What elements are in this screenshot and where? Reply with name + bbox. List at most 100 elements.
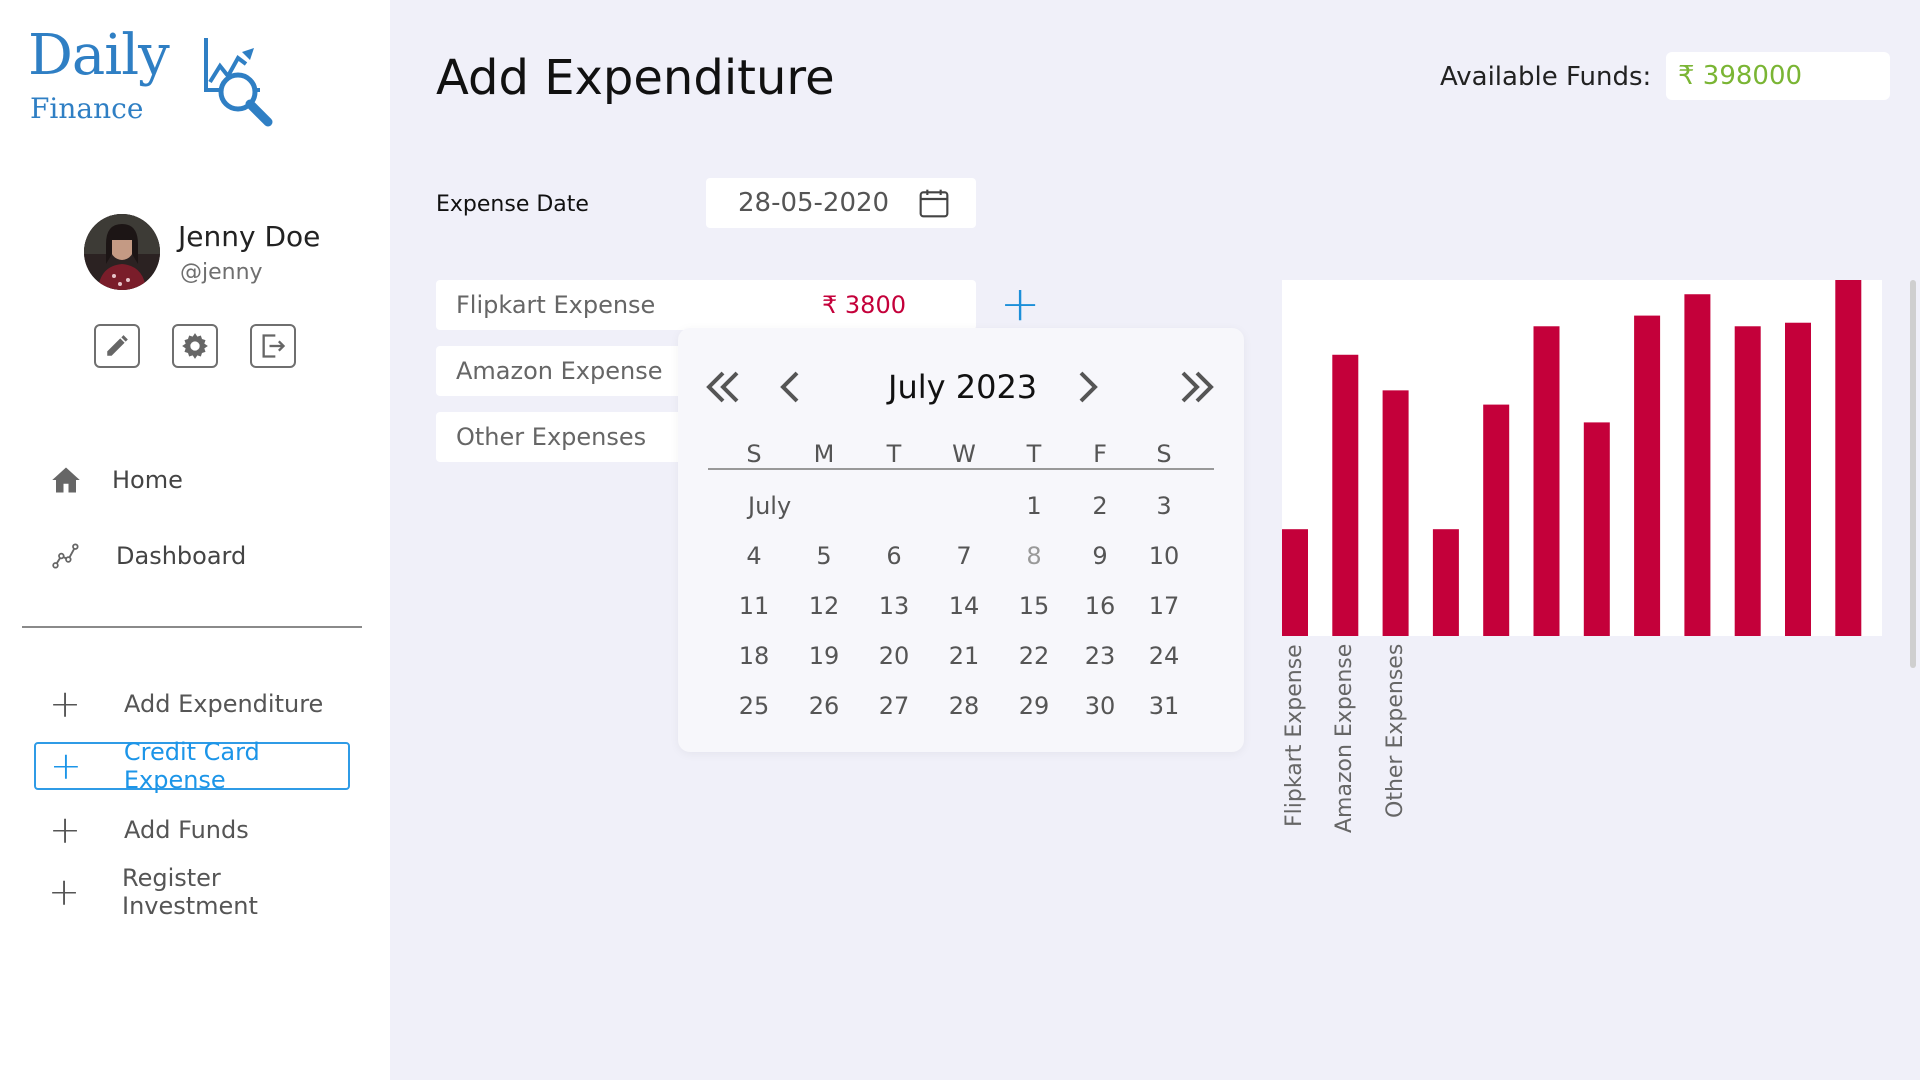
calendar-day[interactable]: 21	[942, 642, 986, 670]
action-add-funds[interactable]: + Add Funds	[34, 806, 350, 854]
calendar-weekday-header: S M T W T F S	[708, 440, 1214, 470]
chart-bar[interactable]	[1382, 390, 1409, 636]
calendar-day[interactable]: 10	[1142, 542, 1186, 570]
calendar-day[interactable]: 26	[802, 692, 846, 720]
expense-label: Amazon Expense	[456, 357, 663, 385]
chart-bar[interactable]	[1583, 422, 1610, 636]
calendar-day[interactable]: 31	[1142, 692, 1186, 720]
calendar-day[interactable]: 27	[872, 692, 916, 720]
action-register-investment[interactable]: + Register Investment	[34, 864, 350, 920]
weekday-label: S	[746, 440, 762, 468]
calendar-day[interactable]: 12	[802, 592, 846, 620]
calendar-day[interactable]: 28	[942, 692, 986, 720]
chart-bar[interactable]	[1785, 322, 1811, 636]
calendar-icon[interactable]	[918, 187, 950, 219]
weekday-label: F	[1093, 440, 1107, 468]
calendar-day[interactable]: 30	[1078, 692, 1122, 720]
action-label: Add Funds	[124, 816, 249, 844]
calendar-day[interactable]: 13	[872, 592, 916, 620]
edit-profile-button[interactable]	[94, 324, 140, 368]
calendar-day[interactable]: 8	[1012, 542, 1056, 570]
app-logo[interactable]: Daily Finance	[28, 23, 288, 127]
calendar-day[interactable]: 3	[1142, 492, 1186, 520]
logo-text-daily: Daily	[28, 23, 170, 88]
calendar-day[interactable]: 6	[872, 542, 916, 570]
chevron-left-icon	[780, 371, 799, 403]
weekday-label: S	[1156, 440, 1172, 468]
next-year-button[interactable]	[1172, 362, 1222, 412]
chart-bar[interactable]	[1634, 315, 1661, 636]
plus-icon: +	[48, 870, 80, 914]
sidebar-divider	[22, 626, 362, 628]
user-handle: @jenny	[180, 260, 263, 285]
chart-bar[interactable]	[1432, 529, 1459, 636]
calendar-month-title[interactable]: July 2023	[888, 368, 1037, 406]
calendar-day[interactable]: 11	[732, 592, 776, 620]
chart-bar[interactable]	[1734, 326, 1761, 636]
calendar-day[interactable]: 5	[802, 542, 846, 570]
calendar-day[interactable]: 18	[732, 642, 776, 670]
chart-bar[interactable]	[1332, 354, 1359, 636]
nav-item-home[interactable]: Home	[48, 460, 183, 500]
avatar-photo-icon	[84, 214, 160, 290]
action-credit-card-expense[interactable]: + Credit Card Expense	[34, 738, 350, 794]
logo-magnifier-chart-icon	[204, 38, 273, 127]
flipkart-expense-field[interactable]: Flipkart Expense ₹ 3800	[436, 280, 976, 330]
logo-text-finance: Finance	[30, 92, 144, 125]
calendar-day[interactable]: 20	[872, 642, 916, 670]
funds-label: Available Funds:	[1440, 62, 1652, 92]
expense-label: Flipkart Expense	[456, 291, 656, 319]
calendar-day[interactable]: 19	[802, 642, 846, 670]
chart-x-tick-label: Amazon Expense	[1332, 643, 1358, 833]
action-add-expenditure[interactable]: + Add Expenditure	[34, 680, 350, 728]
prev-month-button[interactable]	[766, 362, 816, 412]
chart-x-tick-label: Flipkart Expense	[1282, 644, 1307, 827]
settings-button[interactable]	[172, 324, 218, 368]
action-label: Register Investment	[121, 864, 258, 920]
calendar-day[interactable]: 16	[1078, 592, 1122, 620]
chart-bar[interactable]	[1483, 404, 1510, 636]
next-month-button[interactable]	[1062, 362, 1112, 412]
calendar-day[interactable]: 24	[1142, 642, 1186, 670]
weekday-label: T	[886, 440, 902, 468]
chart-bar[interactable]	[1684, 294, 1711, 636]
calendar-day[interactable]: 7	[942, 542, 986, 570]
chart-x-tick-label: Other Expenses	[1382, 643, 1408, 818]
action-label: Add Expenditure	[124, 690, 324, 718]
chart-bar[interactable]	[1533, 326, 1560, 636]
funds-value: ₹ 398000	[1666, 52, 1890, 100]
chart-bar[interactable]	[1282, 529, 1308, 636]
calendar-day[interactable]: 17	[1142, 592, 1186, 620]
chart-bar[interactable]	[1835, 280, 1862, 636]
expense-bar-chart	[1282, 280, 1862, 636]
weekday-label: W	[952, 440, 976, 468]
nav-item-dashboard[interactable]: Dashboard	[48, 536, 246, 576]
calendar-day[interactable]: 14	[942, 592, 986, 620]
expense-date-input[interactable]: 28-05-2020	[706, 178, 976, 228]
add-expense-plus-button[interactable]: +	[1000, 280, 1040, 328]
calendar-day[interactable]: 29	[1012, 692, 1056, 720]
logout-button[interactable]	[250, 324, 296, 368]
expense-date-value: 28-05-2020	[738, 188, 890, 218]
calendar-day[interactable]: 1	[1012, 492, 1056, 520]
calendar-day[interactable]: 23	[1078, 642, 1122, 670]
calendar-month-label: July	[748, 492, 792, 520]
plus-icon: +	[50, 744, 82, 788]
calendar-day[interactable]: 2	[1078, 492, 1122, 520]
expense-date-label: Expense Date	[436, 192, 589, 217]
calendar-day[interactable]: 15	[1012, 592, 1056, 620]
avatar	[84, 214, 160, 290]
prev-year-button[interactable]	[698, 362, 748, 412]
nav-label-home: Home	[112, 466, 183, 494]
pencil-icon	[107, 335, 128, 356]
action-label: Credit Card Expense	[123, 738, 260, 794]
calendar-day[interactable]: 9	[1078, 542, 1122, 570]
date-picker-popup: July 2023 S M T W T F S July 1 2 3 4 5 6 7 8 9 10…	[678, 328, 1244, 752]
calendar-day[interactable]: 4	[732, 542, 776, 570]
calendar-day[interactable]: 25	[732, 692, 776, 720]
weekday-label: T	[1026, 440, 1042, 468]
scrollbar-thumb[interactable]	[1910, 280, 1916, 668]
calendar-day[interactable]: 22	[1012, 642, 1056, 670]
sidebar: Daily Finance Jenny Doe @jenny Home Dash…	[0, 0, 390, 1080]
double-chevron-right-icon	[1181, 371, 1214, 403]
